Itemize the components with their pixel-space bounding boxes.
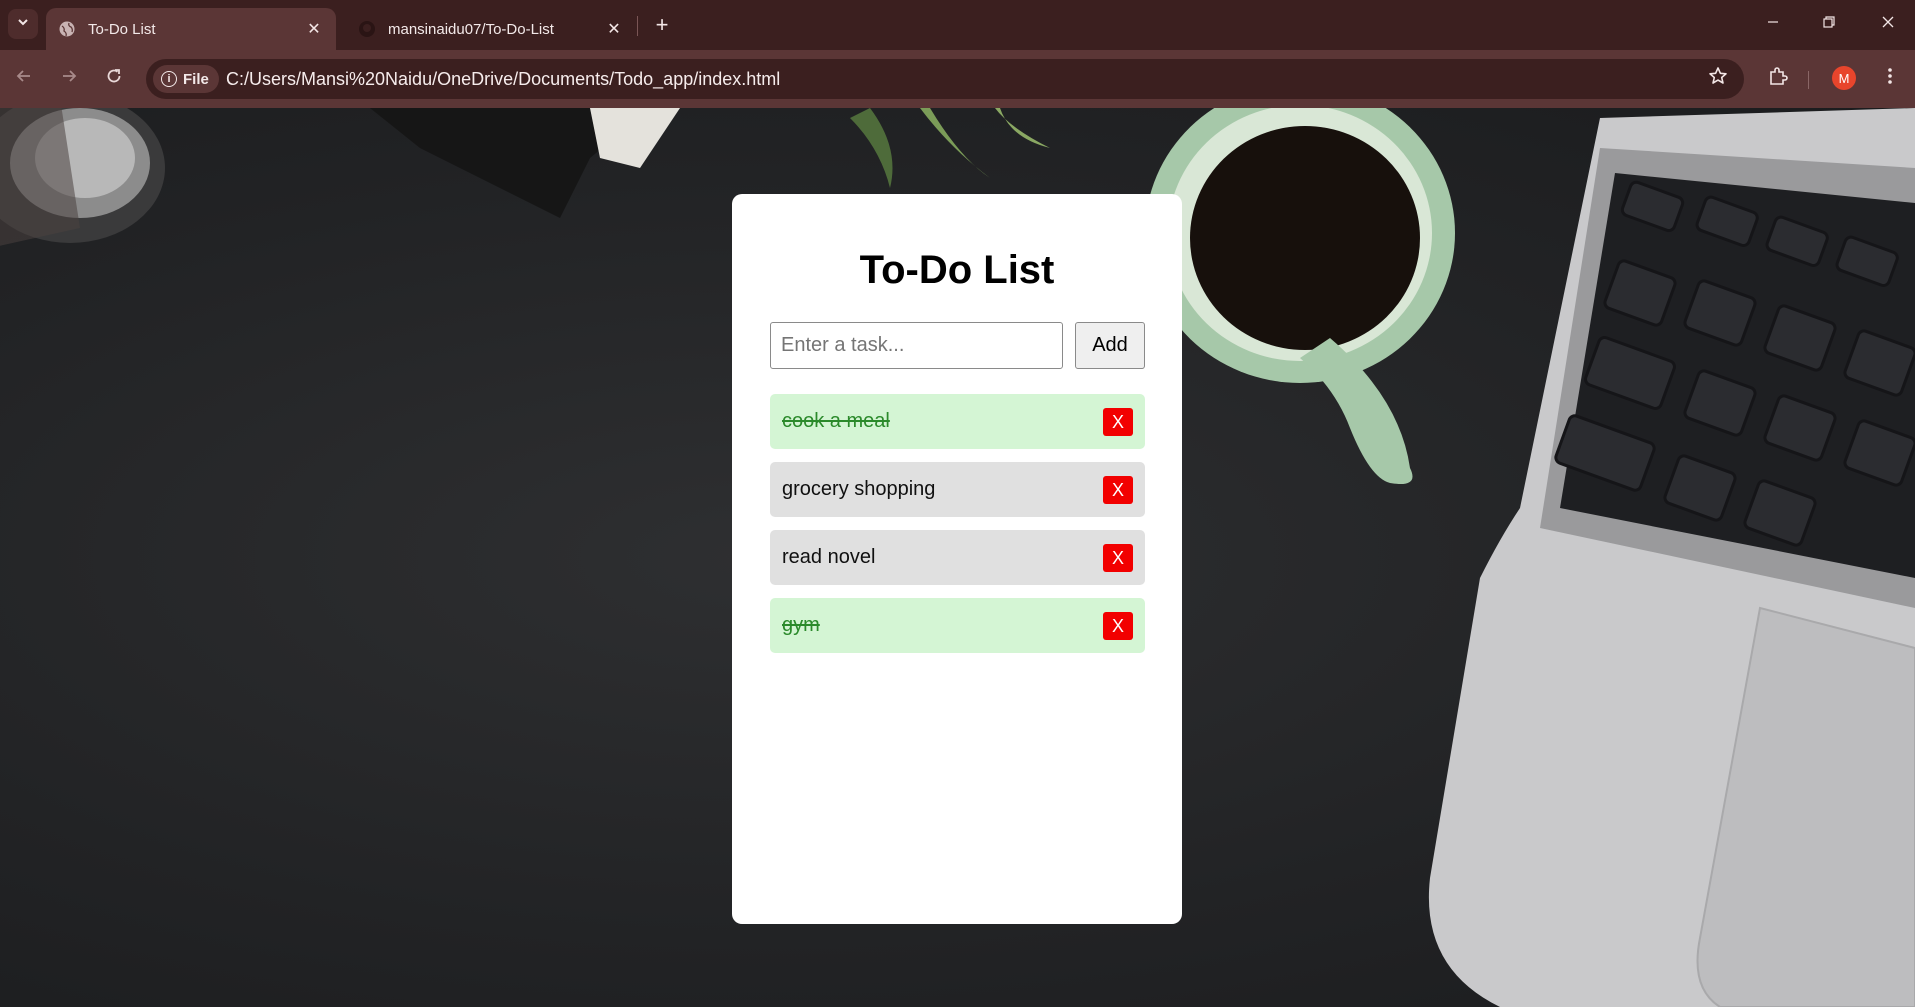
delete-task-button[interactable]: X [1103, 612, 1133, 640]
page-title: To-Do List [859, 248, 1055, 292]
delete-task-button[interactable]: X [1103, 476, 1133, 504]
browser-toolbar: i File C:/Users/Mansi%20Naidu/OneDrive/D… [0, 50, 1915, 108]
tab-todo-list[interactable]: To-Do List ✕ [46, 8, 336, 50]
close-window-button[interactable] [1866, 6, 1910, 42]
info-icon: i [161, 71, 177, 87]
todo-list: cook a meal X grocery shopping X read no… [770, 394, 1145, 666]
forward-button[interactable] [53, 63, 85, 95]
tab-title: mansinaidu07/To-Do-List [388, 20, 554, 38]
tab-title: To-Do List [88, 20, 156, 38]
back-button[interactable] [8, 63, 40, 95]
tab-divider [637, 16, 638, 36]
tab-search-button[interactable] [8, 9, 38, 39]
todo-item[interactable]: cook a meal X [770, 394, 1145, 449]
tab-github-repo[interactable]: mansinaidu07/To-Do-List ✕ [346, 8, 636, 50]
bookmark-star-icon[interactable] [1708, 66, 1728, 92]
arrow-right-icon [60, 67, 78, 91]
site-info-chip[interactable]: i File [153, 65, 219, 93]
chevron-down-icon [16, 15, 30, 34]
browser-menu-button[interactable] [1874, 63, 1906, 95]
github-icon [358, 20, 376, 38]
todo-item-text[interactable]: cook a meal [782, 410, 890, 433]
browser-tab-strip: To-Do List ✕ mansinaidu07/To-Do-List ✕ + [0, 0, 1915, 50]
extensions-button[interactable] [1762, 63, 1794, 95]
toolbar-divider [1808, 71, 1809, 89]
close-tab-icon[interactable]: ✕ [304, 19, 324, 39]
todo-card: To-Do List Add cook a meal X grocery sho… [732, 194, 1182, 924]
arrow-left-icon [15, 67, 33, 91]
delete-task-button[interactable]: X [1103, 408, 1133, 436]
delete-task-button[interactable]: X [1103, 544, 1133, 572]
todo-item[interactable]: read novel X [770, 530, 1145, 585]
reload-button[interactable] [98, 63, 130, 95]
reload-icon [105, 67, 123, 91]
task-input[interactable] [770, 322, 1063, 369]
minimize-icon [1766, 15, 1780, 34]
minimize-button[interactable] [1751, 6, 1795, 42]
restore-icon [1822, 15, 1836, 34]
close-icon [1881, 15, 1895, 34]
todo-item[interactable]: grocery shopping X [770, 462, 1145, 517]
close-tab-icon[interactable]: ✕ [604, 19, 624, 39]
add-task-button[interactable]: Add [1075, 322, 1145, 369]
todo-item-text[interactable]: grocery shopping [782, 478, 935, 501]
todo-item-text[interactable]: gym [782, 614, 820, 637]
plus-icon: + [655, 12, 669, 37]
address-bar[interactable]: i File C:/Users/Mansi%20Naidu/OneDrive/D… [146, 59, 1744, 99]
globe-icon [58, 20, 76, 38]
site-info-label: File [183, 70, 209, 88]
kebab-menu-icon [1887, 66, 1893, 92]
profile-avatar[interactable]: M [1832, 66, 1856, 90]
puzzle-icon [1768, 66, 1788, 92]
url-text[interactable]: C:/Users/Mansi%20Naidu/OneDrive/Document… [226, 69, 780, 90]
todo-item[interactable]: gym X [770, 598, 1145, 653]
new-tab-button[interactable]: + [648, 11, 676, 39]
restore-button[interactable] [1807, 6, 1851, 42]
todo-item-text[interactable]: read novel [782, 546, 875, 569]
page-background: To-Do List Add cook a meal X grocery sho… [0, 108, 1915, 1007]
